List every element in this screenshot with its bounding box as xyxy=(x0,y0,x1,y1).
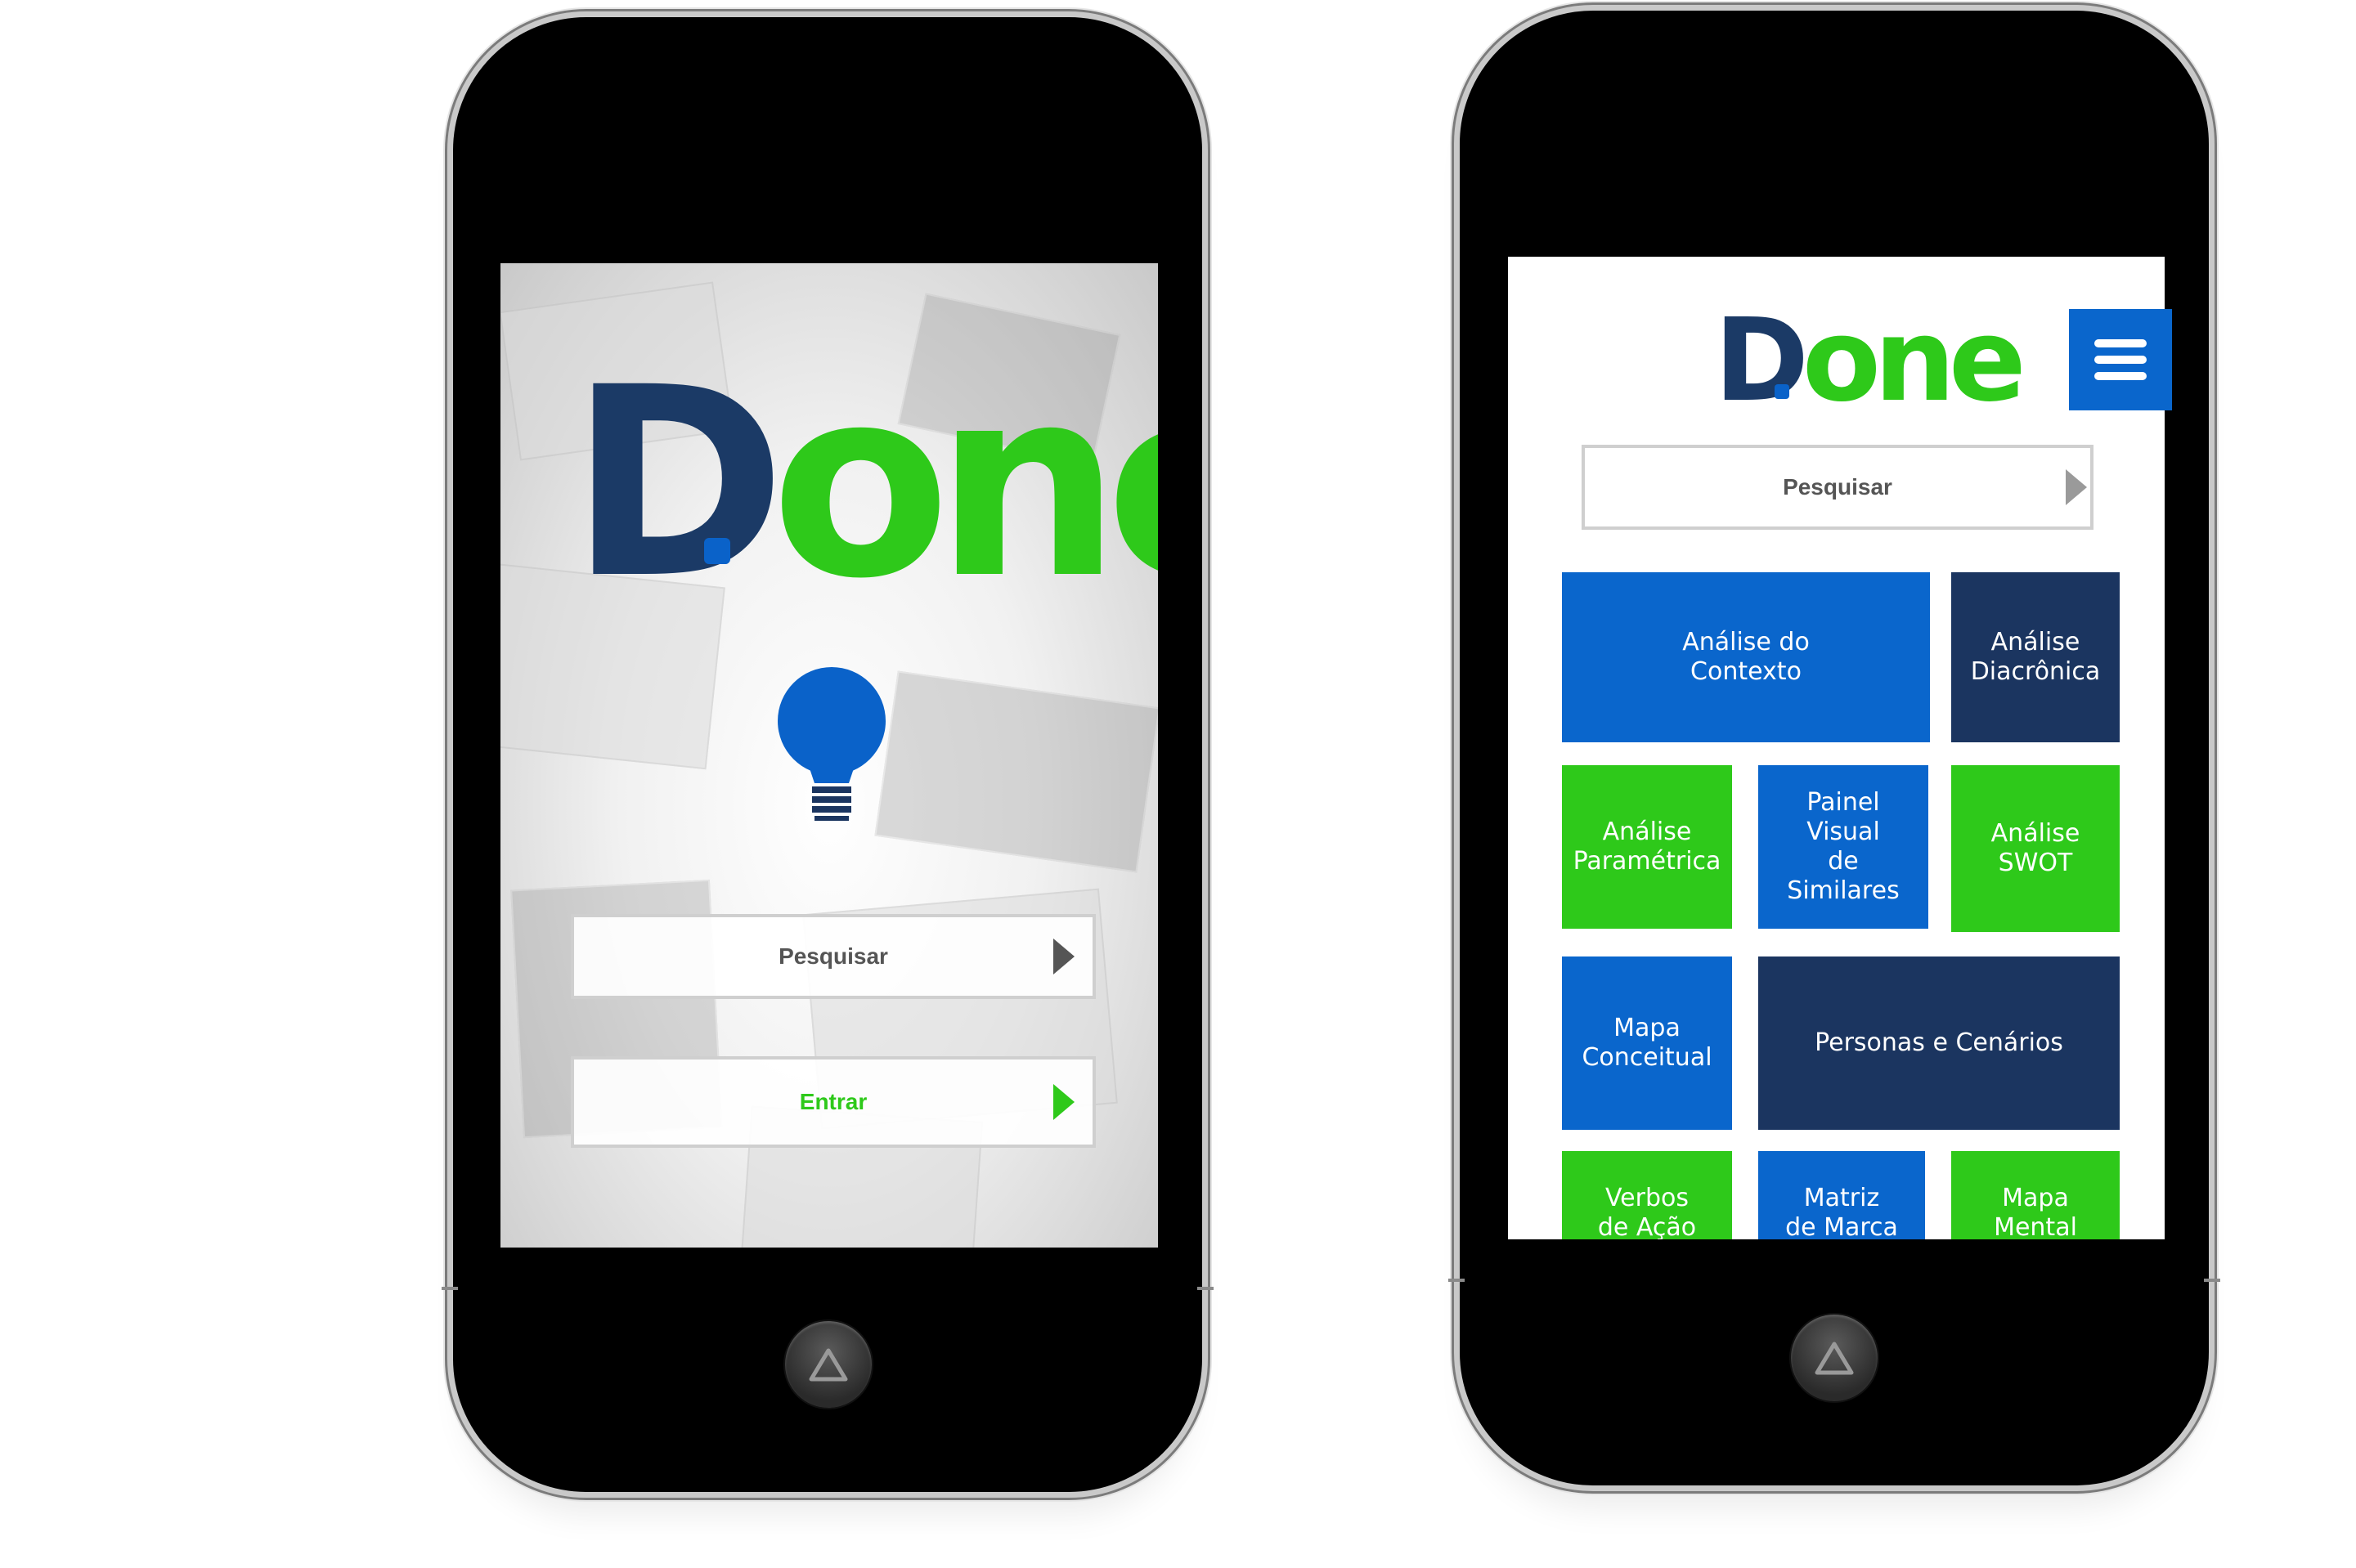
menu-button[interactable] xyxy=(2069,309,2172,410)
logo-dot xyxy=(1775,384,1789,399)
tile-mapa-mental[interactable]: Mapa Mental xyxy=(1951,1151,2120,1239)
tile-matriz-marca[interactable]: Matriz de Marca xyxy=(1758,1151,1925,1239)
search-field[interactable]: Pesquisar xyxy=(1582,445,2093,530)
logo-dot xyxy=(704,538,730,564)
background-paper xyxy=(874,670,1158,873)
tile-analise-diacronica[interactable]: Análise Diacrônica xyxy=(1951,572,2120,742)
enter-label: Entrar xyxy=(799,1089,868,1114)
hamburger-menu-icon xyxy=(2094,372,2147,380)
home-triangle-icon xyxy=(1815,1342,1854,1375)
phone-seam xyxy=(1197,1287,1214,1290)
done-logo: Done xyxy=(1714,294,2026,428)
tile-mapa-conceitual[interactable]: Mapa Conceitual xyxy=(1562,956,1732,1130)
tile-verbos-acao[interactable]: Verbos de Ação xyxy=(1562,1151,1732,1239)
phone-seam xyxy=(1448,1279,1465,1282)
splash-screen: Done Pesquisar Entrar xyxy=(500,263,1158,1248)
arrow-right-icon xyxy=(1053,939,1075,974)
arrow-right-icon xyxy=(1053,1084,1075,1120)
search-label: Pesquisar xyxy=(1783,474,1892,500)
phone-seam xyxy=(2204,1279,2220,1282)
arrow-right-icon xyxy=(2066,469,2087,505)
home-button[interactable] xyxy=(785,1321,872,1408)
phone-seam xyxy=(442,1287,458,1290)
tile-personas-cenarios[interactable]: Personas e Cenários xyxy=(1758,956,2120,1130)
search-label: Pesquisar xyxy=(779,943,888,969)
hamburger-menu-icon xyxy=(2094,356,2147,364)
done-logo: Done xyxy=(569,332,1158,636)
hamburger-menu-icon xyxy=(2094,339,2147,347)
enter-button[interactable]: Entrar xyxy=(571,1056,1096,1148)
tile-analise-contexto[interactable]: Análise do Contexto xyxy=(1562,572,1930,742)
home-triangle-icon xyxy=(809,1348,848,1382)
tile-painel-visual[interactable]: Painel Visual de Similares xyxy=(1758,765,1928,929)
home-button[interactable] xyxy=(1791,1315,1878,1401)
tile-analise-swot[interactable]: Análise SWOT xyxy=(1951,765,2120,932)
search-field[interactable]: Pesquisar xyxy=(571,914,1096,999)
menu-screen: Done Pesquisar Análise do Contexto Análi… xyxy=(1508,257,2165,1239)
tile-analise-parametrica[interactable]: Análise Paramétrica xyxy=(1562,765,1732,929)
lightbulb-icon xyxy=(778,667,886,821)
